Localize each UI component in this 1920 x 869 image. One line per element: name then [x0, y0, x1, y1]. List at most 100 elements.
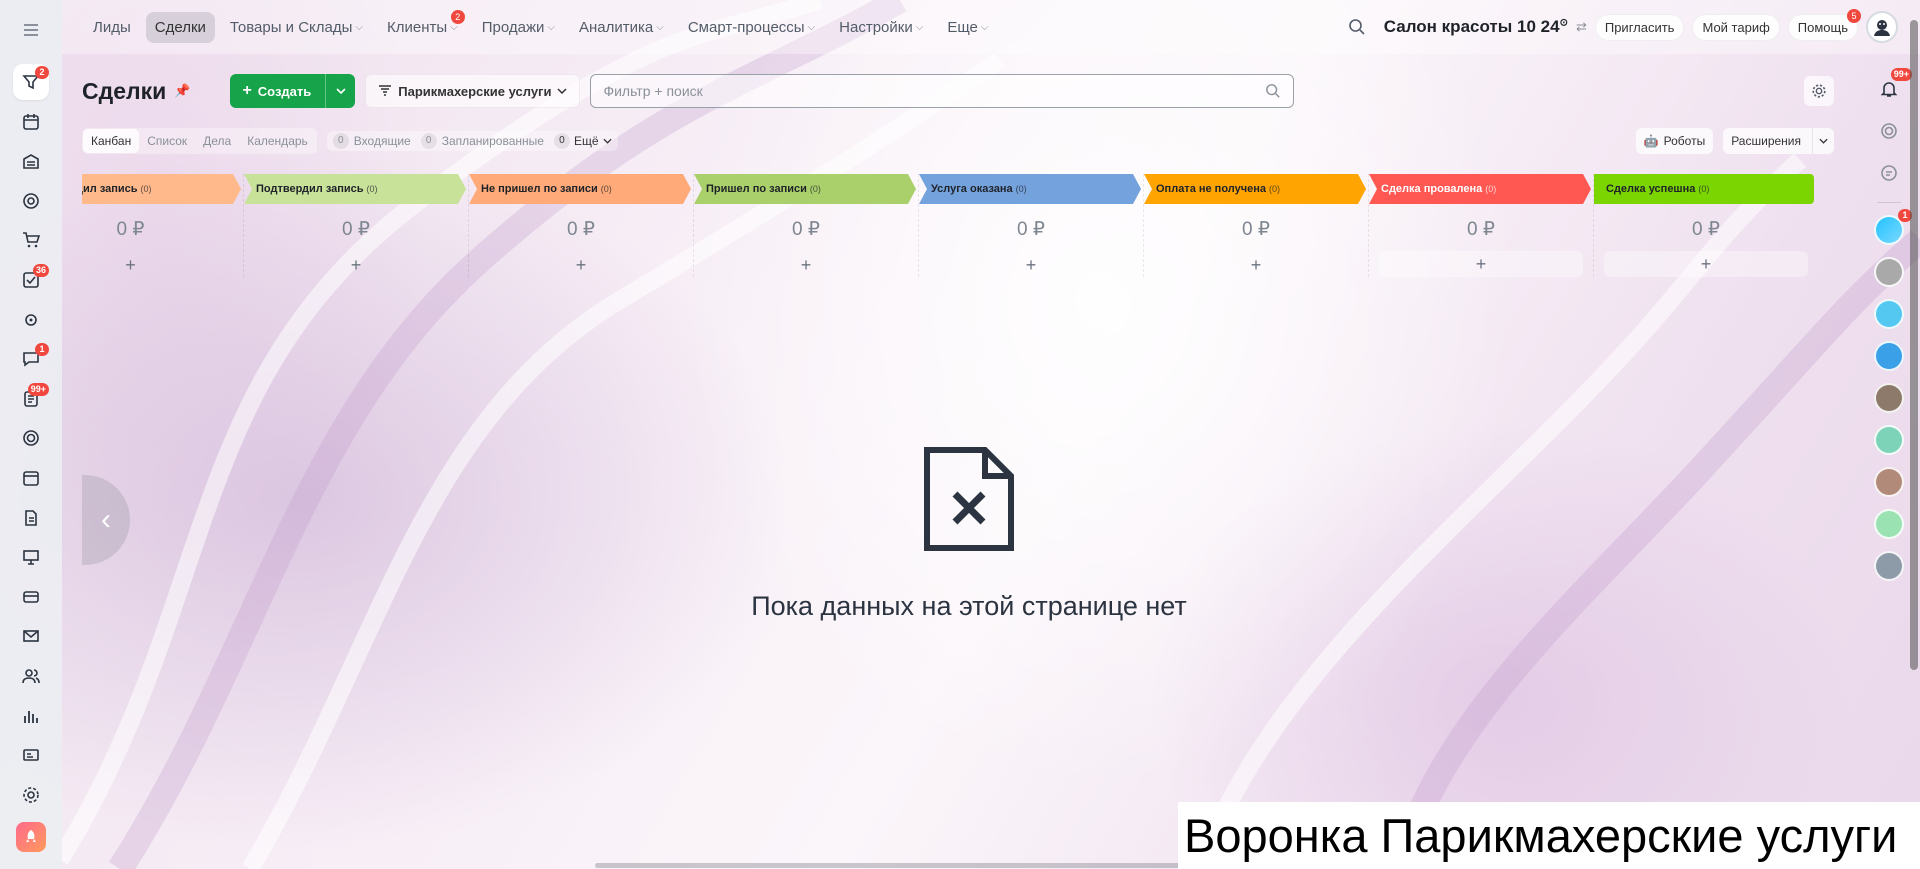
rocket-icon[interactable]: [16, 822, 46, 853]
menu-icon[interactable]: [13, 12, 49, 48]
view-tab[interactable]: Канбан: [83, 129, 140, 153]
contact-avatar[interactable]: [1874, 257, 1904, 287]
planned-counter[interactable]: 0 Запланированные: [420, 133, 544, 149]
crm-counter: 2: [35, 66, 49, 79]
view-tab[interactable]: Календарь: [239, 129, 316, 153]
vertical-scrollbar[interactable]: [1910, 20, 1918, 670]
more-counter[interactable]: 0 Ещё: [553, 133, 612, 149]
top-nav-label: Лиды: [93, 18, 131, 36]
search-chat-icon[interactable]: [1874, 158, 1904, 188]
add-deal-button[interactable]: +: [1604, 251, 1808, 277]
top-nav-item[interactable]: Товары и Склады ⌵: [221, 12, 372, 43]
filter-search[interactable]: [590, 74, 1295, 108]
add-deal-button[interactable]: +: [1144, 255, 1368, 276]
target-icon[interactable]: [13, 183, 49, 219]
column-header[interactable]: Сделка провалена (0): [1369, 174, 1591, 204]
contacts-icon[interactable]: [13, 658, 49, 694]
top-nav-item[interactable]: Клиенты ⌵ 2: [378, 9, 467, 43]
chat-icon[interactable]: 1: [13, 341, 49, 377]
funnel-selector[interactable]: Парикмахерские услуги: [365, 74, 581, 108]
top-nav-item[interactable]: Еще ⌵: [938, 12, 997, 43]
warehouse-icon[interactable]: [13, 143, 49, 179]
column-header[interactable]: Подтвердил запись(0): [82, 174, 241, 204]
terminal-icon[interactable]: [13, 579, 49, 615]
create-button[interactable]: + Создать: [230, 74, 356, 108]
copilot-icon[interactable]: [1874, 116, 1904, 146]
invite-button[interactable]: Пригласить: [1594, 13, 1685, 41]
column-header[interactable]: Оплата не получена (0): [1144, 174, 1366, 204]
automation-icon[interactable]: [13, 302, 49, 338]
top-nav-item[interactable]: Сделки: [145, 11, 215, 43]
sliders-icon[interactable]: ⇄: [1576, 19, 1587, 35]
tariff-button[interactable]: Мой тариф: [1692, 13, 1780, 41]
chevron-down-icon: ⌵: [915, 21, 924, 33]
support-icon[interactable]: [13, 420, 49, 456]
add-deal-button[interactable]: +: [244, 255, 468, 276]
column-header[interactable]: Пришел по записи (0): [694, 174, 916, 204]
create-main[interactable]: + Создать: [230, 74, 325, 108]
view-tab[interactable]: Список: [139, 129, 195, 153]
mail-icon[interactable]: [13, 618, 49, 654]
top-nav-item[interactable]: Настройки ⌵: [830, 12, 932, 43]
column-sum: 0 ₽: [1242, 219, 1270, 240]
open-channels-icon[interactable]: 1: [1874, 209, 1912, 245]
contact-avatar[interactable]: [1874, 467, 1904, 497]
help-badge: 5: [1847, 8, 1861, 23]
contact-avatar[interactable]: [1874, 425, 1904, 455]
search-icon[interactable]: [1265, 83, 1281, 99]
add-deal-button[interactable]: +: [469, 255, 693, 276]
feed-counter: 99+: [27, 382, 49, 396]
company-name[interactable]: Салон красоты 10 24⊙: [1384, 17, 1568, 37]
crm-funnel-icon[interactable]: 2: [13, 64, 49, 100]
add-deal-button[interactable]: +: [919, 255, 1143, 276]
bot-avatar[interactable]: [1874, 341, 1904, 371]
tasks-icon[interactable]: 36: [13, 262, 49, 298]
gear-icon[interactable]: [1804, 76, 1834, 106]
feed-icon[interactable]: 99+: [13, 381, 49, 417]
analytics-icon[interactable]: [13, 698, 49, 734]
presentation-icon[interactable]: [13, 539, 49, 575]
settings-icon[interactable]: [13, 777, 49, 813]
company-label: Салон красоты: [1383, 17, 1513, 36]
chevron-down-icon: ⌵: [656, 21, 664, 33]
top-nav-item[interactable]: Лиды: [84, 12, 140, 43]
contact-avatar[interactable]: [1874, 383, 1904, 413]
contact-avatar[interactable]: [1874, 551, 1904, 581]
help-button[interactable]: Помощь 5: [1787, 8, 1861, 41]
document-icon[interactable]: [13, 500, 49, 536]
clock-icon: ⊙: [1559, 17, 1568, 29]
view-tabs: Канбан Список Дела Календарь: [82, 128, 317, 154]
notes-avatar[interactable]: [1874, 509, 1904, 539]
user-avatar[interactable]: [1866, 11, 1898, 43]
calendar-grid-icon[interactable]: [13, 104, 49, 140]
extensions-button[interactable]: Расширения: [1723, 128, 1834, 154]
search-input[interactable]: [603, 83, 1266, 99]
avatar: [1874, 551, 1904, 581]
add-deal-button[interactable]: +: [1379, 251, 1583, 277]
top-nav-item[interactable]: Аналитика ⌵: [570, 12, 673, 43]
chevron-down-icon[interactable]: [1812, 128, 1834, 154]
column-header[interactable]: Подтвердил запись(0): [244, 174, 466, 204]
robot-icon: 🤖: [1643, 134, 1659, 148]
top-nav-label: Сделки: [154, 18, 206, 36]
cart-icon[interactable]: [13, 222, 49, 258]
bookmark-avatar[interactable]: [1874, 299, 1904, 329]
column-count: (0): [809, 184, 821, 194]
top-nav-item[interactable]: Смарт-процессы ⌵: [679, 12, 824, 43]
incoming-counter[interactable]: 0 Входящие: [332, 133, 411, 149]
id-card-icon[interactable]: [13, 737, 49, 773]
top-nav-item[interactable]: Продажи ⌵: [473, 12, 564, 43]
add-deal-button[interactable]: +: [694, 255, 918, 276]
search-icon[interactable]: [1348, 18, 1366, 36]
column-header[interactable]: Не пришел по записи (0): [469, 174, 691, 204]
add-deal-button[interactable]: +: [82, 255, 243, 276]
pin-icon[interactable]: 📌: [174, 83, 190, 99]
view-tab[interactable]: Дела: [195, 129, 239, 153]
bell-icon[interactable]: 99+: [1874, 68, 1912, 104]
column-header[interactable]: Услуга оказана (0): [919, 174, 1141, 204]
column-header[interactable]: Сделка успешна (0): [1594, 174, 1814, 204]
column-title: Подтвердил запись: [256, 183, 364, 195]
robots-button[interactable]: 🤖 Роботы: [1635, 128, 1714, 154]
calendar-icon[interactable]: [13, 460, 49, 496]
create-dropdown-chevron-icon[interactable]: [325, 74, 355, 108]
